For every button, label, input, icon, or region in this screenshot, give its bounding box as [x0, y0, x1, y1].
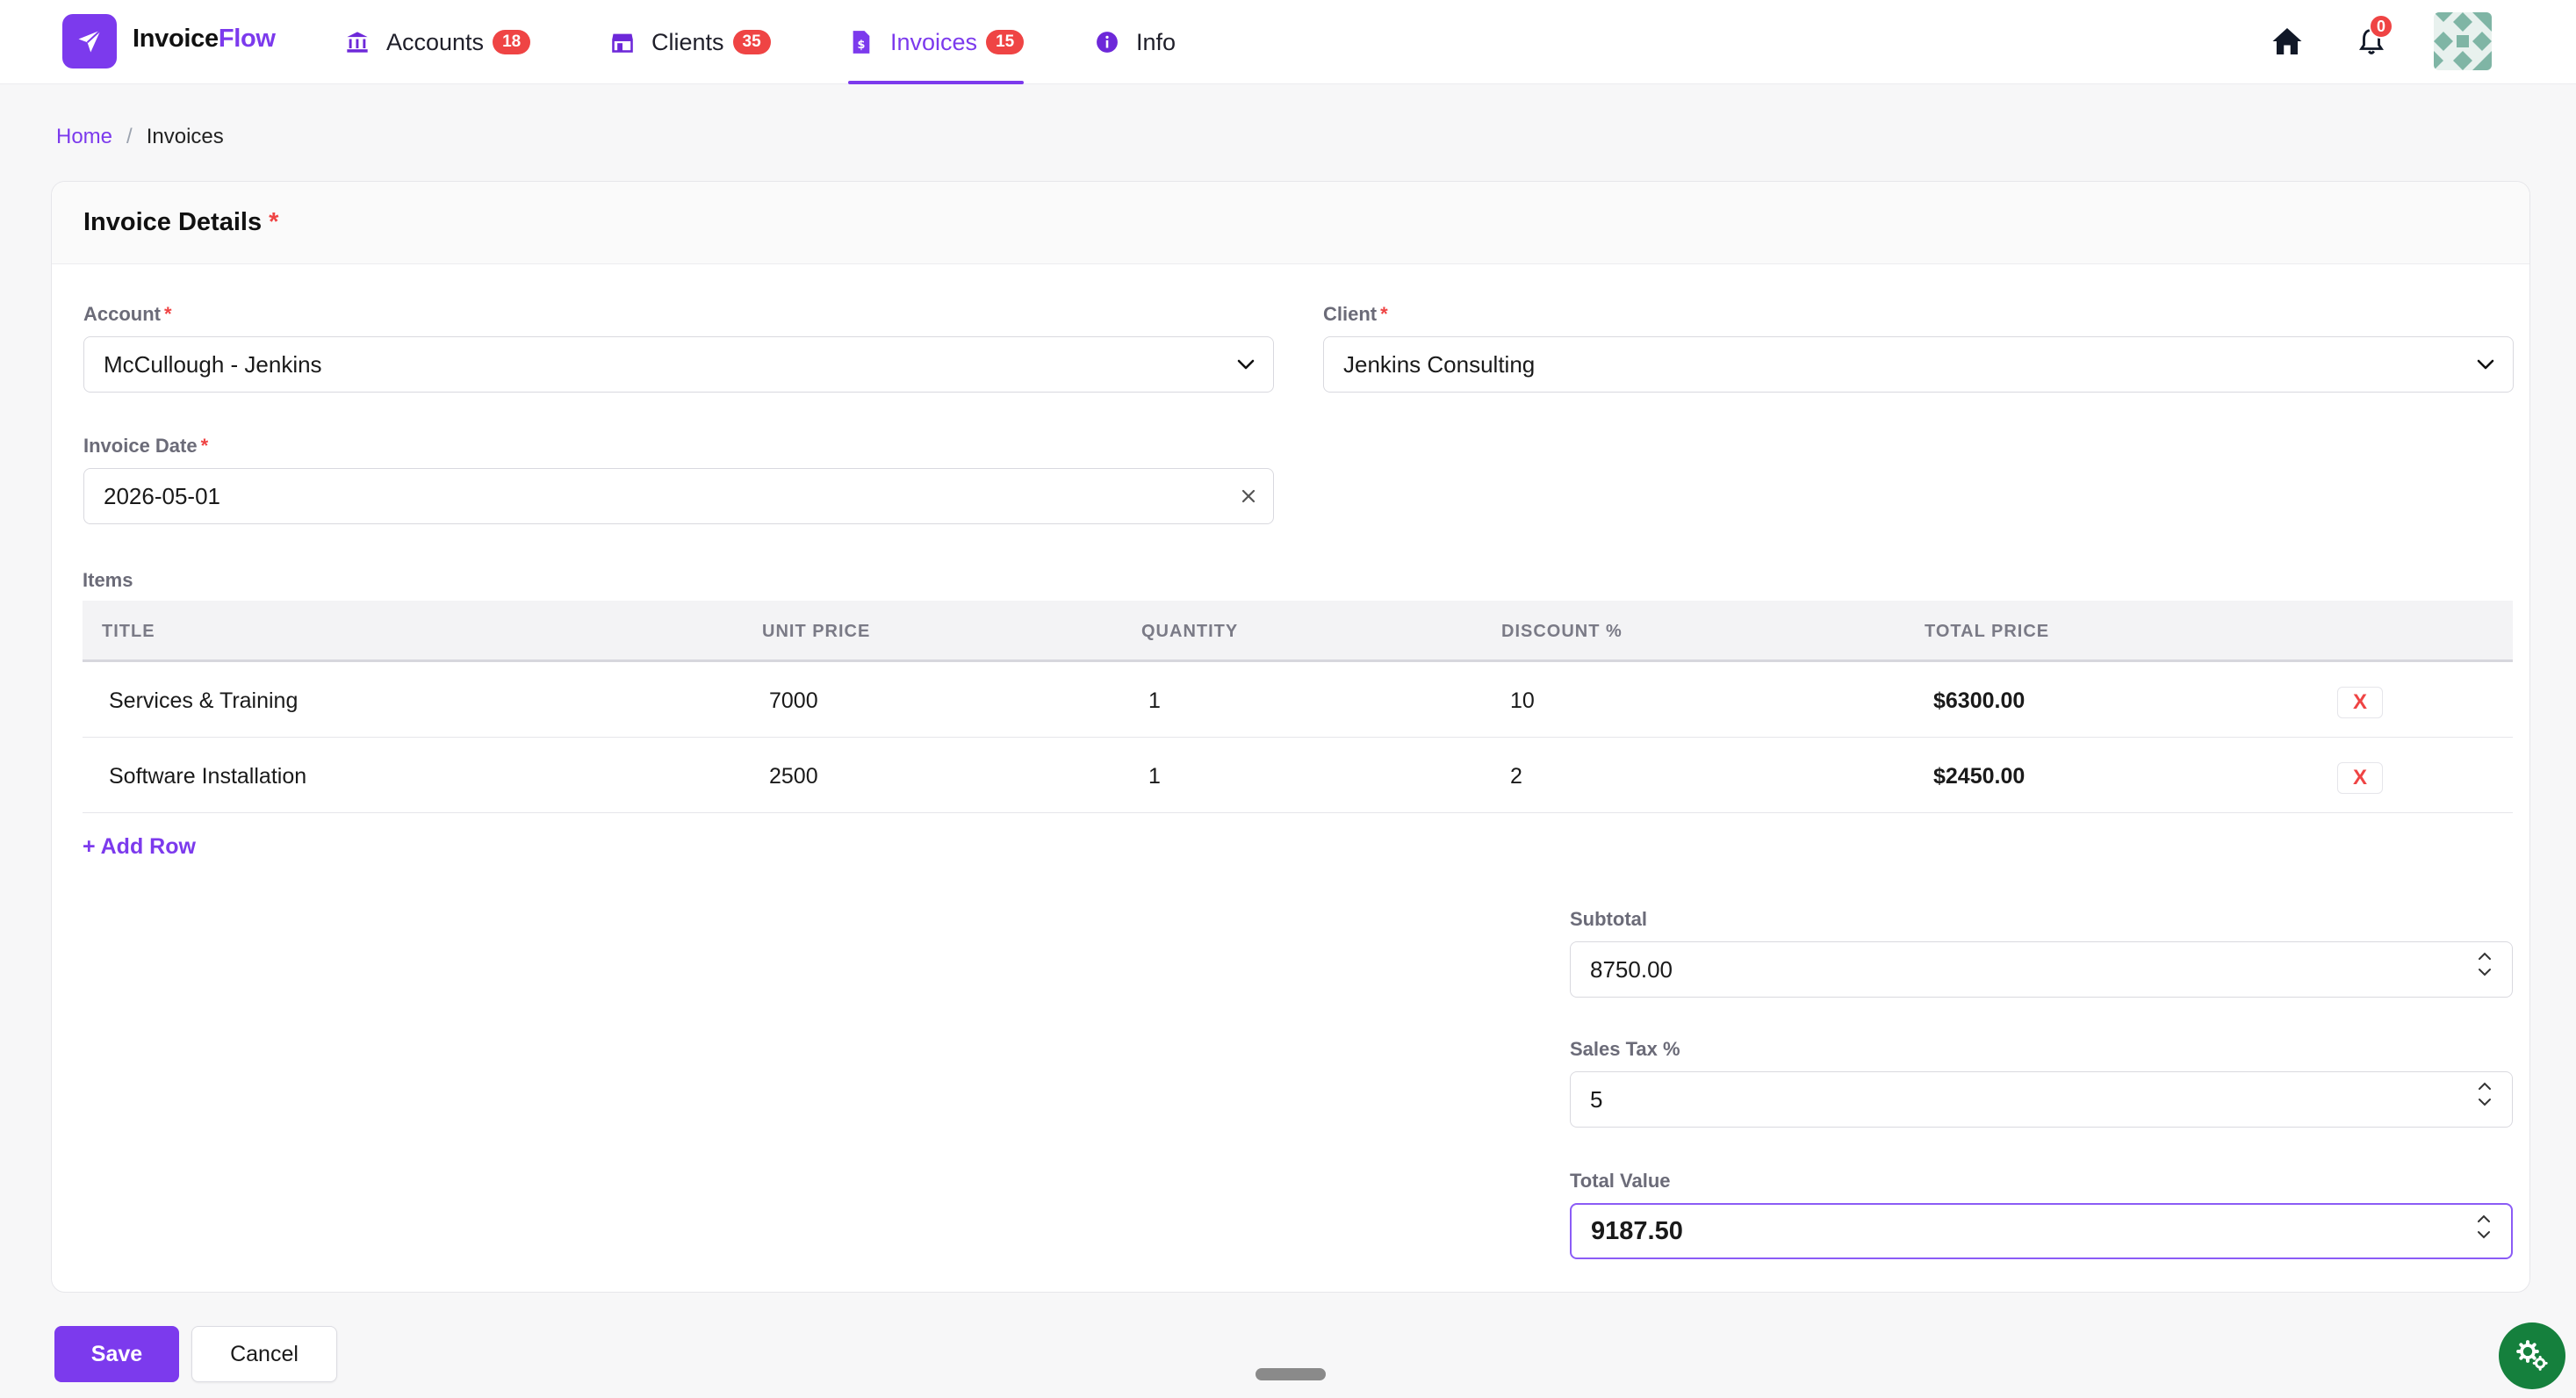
- invoice-date-input[interactable]: 2026-05-01: [83, 468, 1274, 524]
- chevron-down-icon: [1236, 358, 1256, 371]
- save-button[interactable]: Save: [54, 1326, 179, 1382]
- item-discount-input[interactable]: 2: [1510, 764, 1522, 789]
- breadcrumb-home-link[interactable]: Home: [56, 125, 112, 149]
- clients-count-badge: 35: [732, 30, 771, 54]
- notifications-count-badge: 0: [2369, 14, 2393, 39]
- number-spinner-icon[interactable]: [2477, 1081, 2493, 1107]
- cancel-button[interactable]: Cancel: [191, 1326, 337, 1382]
- client-select[interactable]: Jenkins Consulting: [1323, 336, 2514, 393]
- invoice-date-label: Invoice Date *: [83, 435, 208, 458]
- subtotal-value: 8750.00: [1590, 955, 1673, 983]
- subtotal-label: Subtotal: [1570, 908, 1647, 930]
- item-total-price: $2450.00: [1933, 764, 2026, 789]
- top-navbar: InvoiceFlow Accounts 18 Clients 35 $ Inv…: [0, 0, 2576, 84]
- item-quantity-input[interactable]: 1: [1148, 764, 1161, 789]
- required-asterisk: *: [269, 208, 279, 236]
- column-header-unit-price: UNIT PRICE: [762, 622, 871, 641]
- add-row-button[interactable]: + Add Row: [83, 834, 196, 860]
- card-header: Invoice Details *: [52, 182, 2529, 264]
- breadcrumb-current: Invoices: [146, 125, 224, 148]
- table-row: Software Installation 2500 1 2 $2450.00 …: [83, 738, 2513, 813]
- total-value-value: 9187.50: [1591, 1216, 1683, 1245]
- required-asterisk: *: [1380, 303, 1388, 325]
- card-title-text: Invoice Details: [83, 208, 263, 236]
- accounts-count-badge: 18: [493, 30, 531, 54]
- settings-gears-icon[interactable]: [2499, 1322, 2565, 1389]
- item-quantity-input[interactable]: 1: [1148, 688, 1161, 714]
- breadcrumb: Home / Invoices: [56, 125, 224, 149]
- account-label: Account *: [83, 303, 172, 326]
- subtotal-input[interactable]: 8750.00: [1570, 941, 2513, 998]
- client-label-text: Client: [1323, 303, 1378, 325]
- invoice-date-value: 2026-05-01: [104, 482, 220, 509]
- item-unit-price-input[interactable]: 7000: [769, 688, 818, 714]
- required-asterisk: *: [164, 303, 172, 325]
- delete-row-button[interactable]: X: [2337, 762, 2383, 794]
- brand-name-part1: Invoice: [133, 25, 219, 53]
- drag-handle[interactable]: [1256, 1368, 1326, 1380]
- column-header-quantity: QUANTITY: [1141, 622, 1239, 641]
- nav-info-label: Info: [1136, 28, 1176, 55]
- column-header-discount: DISCOUNT %: [1501, 622, 1623, 641]
- nav-info[interactable]: Info: [1094, 0, 1176, 84]
- card-title: Invoice Details *: [83, 208, 278, 237]
- total-value-input[interactable]: 9187.50: [1570, 1203, 2513, 1259]
- sales-tax-input[interactable]: 5: [1570, 1071, 2513, 1128]
- client-select-value: Jenkins Consulting: [1343, 350, 1536, 378]
- items-table-header: TITLE UNIT PRICE QUANTITY DISCOUNT % TOT…: [83, 601, 2513, 662]
- nav-accounts-label: Accounts: [386, 28, 485, 55]
- table-row: Services & Training 7000 1 10 $6300.00 X: [83, 662, 2513, 738]
- total-value-label: Total Value: [1570, 1170, 1671, 1192]
- number-spinner-icon[interactable]: [2477, 951, 2493, 977]
- user-avatar[interactable]: [2434, 12, 2492, 70]
- invoice-file-icon: $: [848, 29, 874, 55]
- nav-invoices[interactable]: $ Invoices 15: [848, 0, 1025, 84]
- number-spinner-icon[interactable]: [2476, 1214, 2492, 1240]
- item-unit-price-input[interactable]: 2500: [769, 764, 818, 789]
- sales-tax-label: Sales Tax %: [1570, 1038, 1680, 1060]
- nav-clients[interactable]: Clients 35: [609, 0, 771, 84]
- item-title-input[interactable]: Software Installation: [109, 764, 306, 789]
- svg-text:$: $: [858, 39, 866, 52]
- item-total-price: $6300.00: [1933, 688, 2026, 713]
- account-select[interactable]: McCullough - Jenkins: [83, 336, 1274, 393]
- items-label: Items: [83, 569, 133, 591]
- item-title-input[interactable]: Services & Training: [109, 688, 298, 714]
- invoice-date-label-text: Invoice Date: [83, 435, 198, 457]
- nav-accounts[interactable]: Accounts 18: [344, 0, 531, 84]
- nav-invoices-label: Invoices: [890, 28, 978, 55]
- account-select-value: McCullough - Jenkins: [104, 350, 322, 378]
- store-icon: [609, 29, 636, 55]
- client-label: Client *: [1323, 303, 1388, 326]
- chevron-down-icon: [2476, 358, 2495, 371]
- nav-clients-label: Clients: [651, 28, 724, 55]
- invoices-count-badge: 15: [986, 30, 1025, 54]
- brand-name-part2: Flow: [218, 25, 276, 53]
- item-discount-input[interactable]: 10: [1510, 688, 1535, 714]
- column-header-title: TITLE: [102, 622, 155, 641]
- delete-row-button[interactable]: X: [2337, 687, 2383, 718]
- breadcrumb-separator: /: [126, 125, 133, 148]
- bank-icon: [344, 29, 371, 55]
- clear-date-icon[interactable]: [1241, 489, 1256, 503]
- notifications-bell-icon[interactable]: 0: [2349, 14, 2393, 63]
- account-label-text: Account: [83, 303, 161, 325]
- column-header-total-price: TOTAL PRICE: [1925, 622, 2050, 641]
- sales-tax-value: 5: [1590, 1085, 1603, 1113]
- brand-name[interactable]: InvoiceFlow: [133, 25, 276, 54]
- info-icon: [1094, 29, 1120, 55]
- paper-plane-logo-icon[interactable]: [62, 14, 117, 68]
- home-icon[interactable]: [2265, 19, 2309, 63]
- required-asterisk: *: [200, 435, 209, 457]
